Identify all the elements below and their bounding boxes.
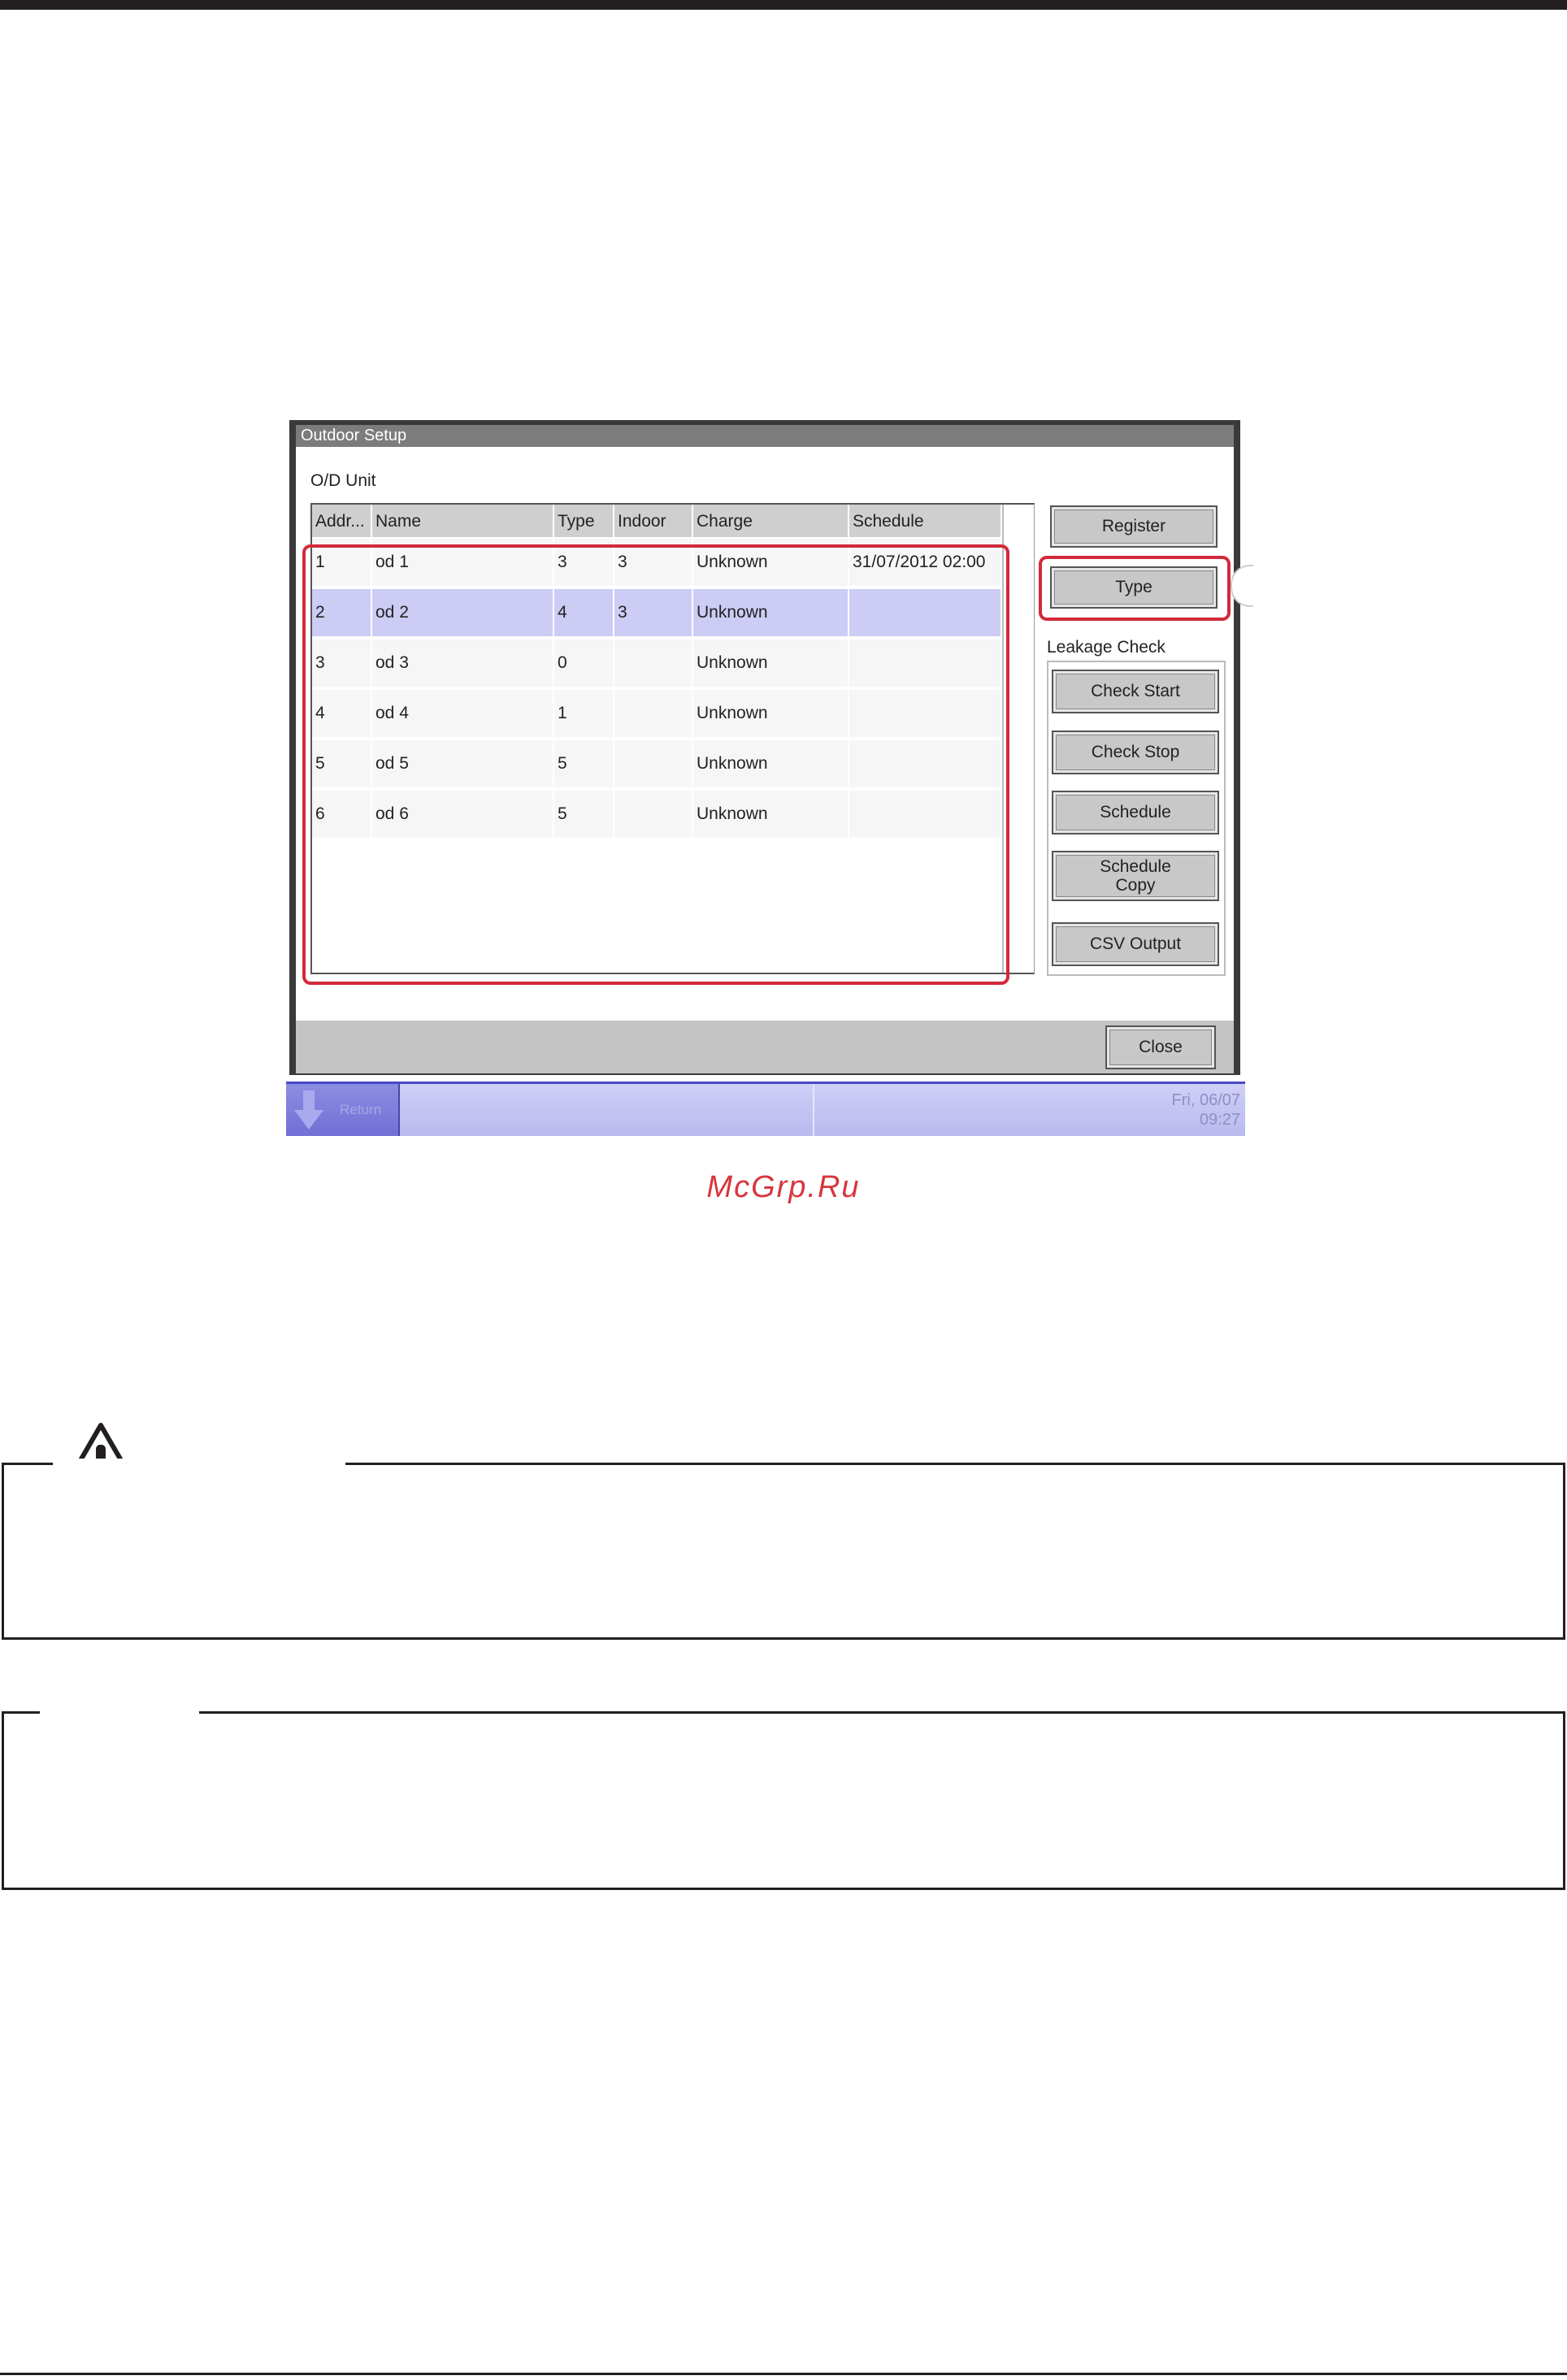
status-time: 09:27 [1199, 1111, 1240, 1129]
column-header-name[interactable]: Name [372, 505, 554, 537]
status-bar: Return Fri, 06/07 09:27 [286, 1082, 1245, 1136]
table-highlight-frame [302, 544, 1009, 985]
od-unit-label: O/D Unit [310, 471, 376, 490]
column-header-addr[interactable]: Addr... [312, 505, 372, 537]
column-header-type[interactable]: Type [554, 505, 614, 537]
close-button[interactable]: Close [1105, 1025, 1216, 1069]
caution-box-header-gap [53, 1459, 345, 1470]
status-datetime: Fri, 06/07 09:27 [1172, 1090, 1240, 1129]
note-box [2, 1707, 1565, 1890]
callout-marker [1231, 565, 1253, 607]
column-header-charge[interactable]: Charge [693, 505, 849, 537]
outdoor-setup-window: Outdoor Setup O/D Unit Addr... Name Type… [289, 420, 1253, 1075]
schedule-button[interactable]: Schedule [1052, 791, 1219, 835]
type-button[interactable]: Type [1050, 566, 1218, 609]
csv-output-button[interactable]: CSV Output [1052, 922, 1219, 966]
top-rule [0, 0, 1567, 10]
column-header-schedule[interactable]: Schedule [849, 505, 1002, 537]
schedule-copy-button[interactable]: Schedule Copy [1052, 851, 1219, 901]
caution-box [2, 1459, 1565, 1640]
arrow-down-icon [294, 1090, 323, 1129]
register-button[interactable]: Register [1050, 505, 1218, 548]
check-start-button[interactable]: Check Start [1052, 670, 1219, 713]
window-footer: Close [296, 1021, 1234, 1073]
window-title: Outdoor Setup [296, 425, 1234, 447]
check-stop-button[interactable]: Check Stop [1052, 730, 1219, 774]
status-date: Fri, 06/07 [1171, 1091, 1240, 1109]
leakage-check-label: Leakage Check [1047, 638, 1165, 657]
table-header: Addr... Name Type Indoor Charge Schedule [312, 505, 1002, 537]
return-label: Return [340, 1102, 382, 1117]
status-divider [813, 1084, 814, 1136]
watermark: McGrp.Ru [706, 1170, 861, 1204]
bottom-rule [0, 2373, 1567, 2375]
column-header-indoor[interactable]: Indoor [614, 505, 693, 537]
note-box-header-gap [40, 1707, 199, 1719]
return-button[interactable]: Return [286, 1084, 400, 1136]
